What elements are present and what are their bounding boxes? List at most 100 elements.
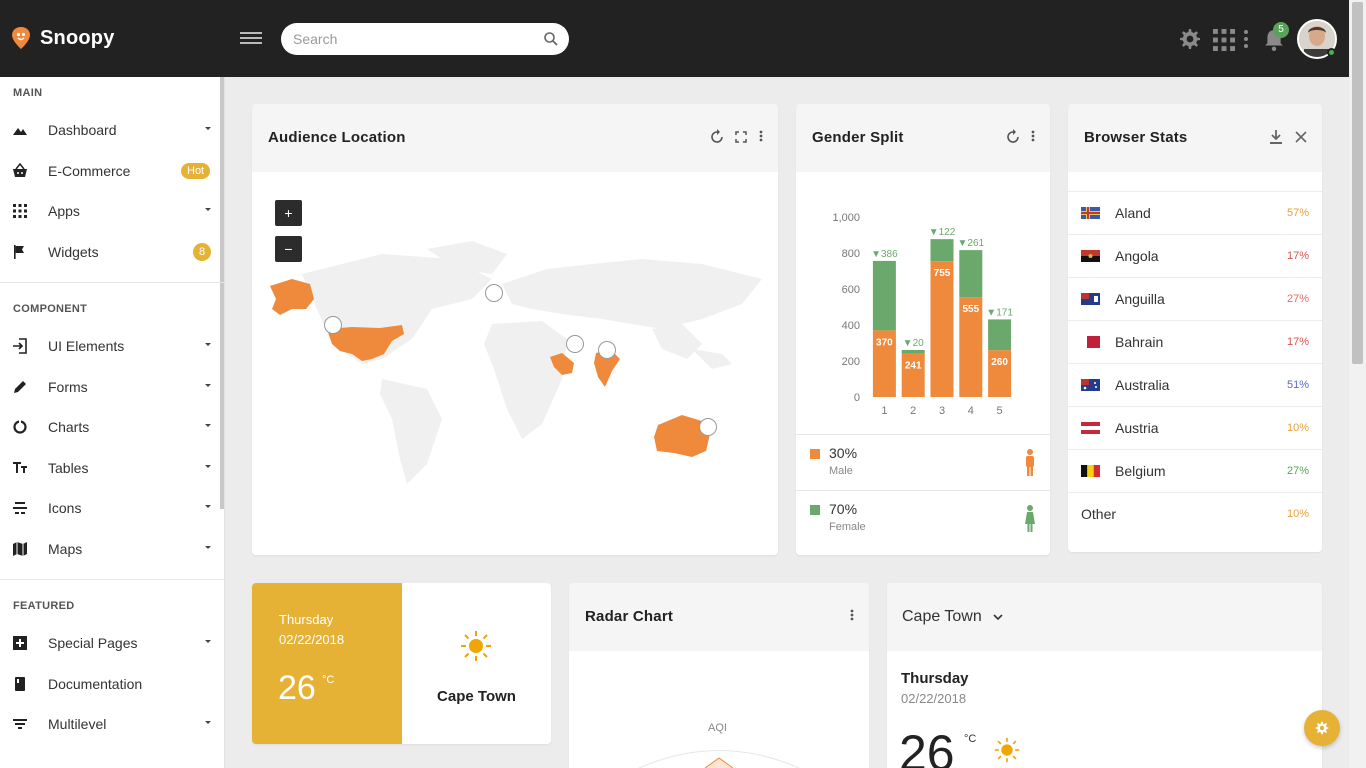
map-marker[interactable] [485,284,503,302]
weather-detail-day: Thursday [901,670,969,687]
sidebar-item-documentation[interactable]: Documentation [0,664,222,704]
map-marker[interactable] [598,341,616,359]
map-marker[interactable] [324,316,342,334]
snoopy-logo-icon [12,27,30,49]
male-figure-icon [1026,449,1034,476]
female-percent: 70% [829,501,858,517]
browser-row-aland[interactable]: Aland 57% [1068,191,1322,234]
sidebar-item-apps[interactable]: Apps [0,191,222,231]
book-icon [15,677,25,691]
sidebar: MAIN Dashboard E-Commerce Hot Apps Widge… [0,77,225,768]
sidebar-item-special-pages[interactable]: Special Pages [0,623,222,663]
chevron-down-icon [205,208,211,211]
hot-badge: Hot [181,163,211,179]
close-icon[interactable] [1295,131,1307,143]
fullscreen-icon[interactable] [735,131,747,143]
country-percent: 17% [1286,250,1309,262]
apps-grid-icon[interactable] [1213,29,1235,51]
female-bar [959,250,983,298]
browser-row-australia[interactable]: Australia 51% [1068,363,1322,406]
more-vertical-icon[interactable] [848,608,856,624]
map-marker[interactable] [566,335,584,353]
female-figure-icon [1025,505,1035,532]
refresh-icon[interactable] [1005,129,1021,145]
chevron-down-icon [205,127,211,130]
belgium-flag-icon [1081,465,1100,477]
settings-fab-button[interactable] [1304,710,1340,746]
map-zoom-in-button[interactable]: + [275,200,302,226]
angola-flag-icon [1081,250,1100,262]
country-name: Anguilla [1115,291,1165,307]
more-vertical-icon[interactable] [757,129,765,145]
map-icon [13,542,27,556]
female-legend-swatch [810,505,820,515]
y-tick-label: 400 [842,320,860,332]
alaska-region[interactable] [270,279,314,315]
pencil-icon [14,381,26,393]
sidebar-item-maps[interactable]: Maps [0,529,222,569]
donut-chart-icon [13,419,27,434]
browser-row-other[interactable]: Other 10% [1068,492,1322,535]
map-marker[interactable] [699,418,717,436]
more-vertical-icon[interactable] [1029,129,1037,145]
x-tick-label: 5 [997,405,1003,417]
browser-row-austria[interactable]: Austria 10% [1068,406,1322,449]
sidebar-item-icons[interactable]: Icons [0,488,222,528]
sidebar-item-multilevel[interactable]: Multilevel [0,704,222,744]
page-scrollbar[interactable] [1349,0,1366,768]
country-name: Belgium [1115,463,1166,479]
search-box [281,23,569,55]
card-title: Browser Stats [1084,129,1188,146]
download-icon[interactable] [1269,129,1283,145]
filter-icon [13,719,27,729]
sidebar-item-widgets[interactable]: Widgets 8 [0,232,222,272]
browser-row-anguilla[interactable]: Anguilla 27% [1068,277,1322,320]
x-tick-label: 4 [968,405,974,417]
x-tick-label: 1 [881,405,887,417]
page-scrollbar-thumb[interactable] [1352,2,1363,364]
female-bar [988,319,1012,351]
weather-temperature: 26 [278,669,316,707]
search-input[interactable] [281,31,531,47]
special-pages-icon [13,636,27,650]
refresh-icon[interactable] [709,129,725,145]
sidebar-item-charts[interactable]: Charts [0,407,222,447]
chevron-down-icon [205,424,211,427]
menu-toggle-icon[interactable] [240,29,262,47]
country-name: Other [1081,506,1117,522]
sidebar-item-tables[interactable]: Tables [0,448,222,488]
sidebar-item-label: Widgets [48,244,99,260]
city-select[interactable]: Cape Town [902,608,982,626]
browser-row-bahrain[interactable]: Bahrain 17% [1068,320,1322,363]
female-bar [901,350,925,354]
search-icon[interactable] [543,31,559,47]
browser-row-angola[interactable]: Angola 17% [1068,234,1322,277]
brand[interactable]: Snoopy [12,24,115,52]
sidebar-item-e-commerce[interactable]: E-Commerce Hot [0,151,222,191]
settings-gear-icon[interactable] [1179,28,1201,50]
top-bar: Snoopy 5 [0,0,1366,77]
sidebar-item-ui-elements[interactable]: UI Elements [0,326,222,366]
more-vertical-icon[interactable] [1240,28,1252,50]
sun-icon [994,737,1020,763]
male-data-label: 370 [876,337,893,348]
app-name: Snoopy [40,26,115,49]
country-name: Bahrain [1115,334,1164,350]
chevron-down-icon[interactable] [993,613,1003,621]
x-tick-label: 2 [910,405,916,417]
chevron-down-icon [205,546,211,549]
radar-chart-card: Radar Chart AQI [569,583,869,768]
sidebar-item-dashboard[interactable]: Dashboard [0,110,222,150]
male-legend-swatch [810,449,820,459]
weather-date: 02/22/2018 [279,632,345,647]
flag-icon [14,245,24,259]
sidebar-item-label: Documentation [48,676,143,692]
female-stat-row: 70% Female [796,490,1050,546]
gender-bar-chart: 0 200 400 600 800 1,000 370 ▼386 1 241 ▼20 2 755 ▼122… [832,212,1013,417]
bahrain-flag-icon [1081,336,1100,348]
sidebar-item-forms[interactable]: Forms [0,367,222,407]
male-data-label: 755 [934,268,951,279]
apps-icon [13,204,27,218]
browser-row-belgium[interactable]: Belgium 27% [1068,449,1322,492]
radar-grid [638,750,800,768]
